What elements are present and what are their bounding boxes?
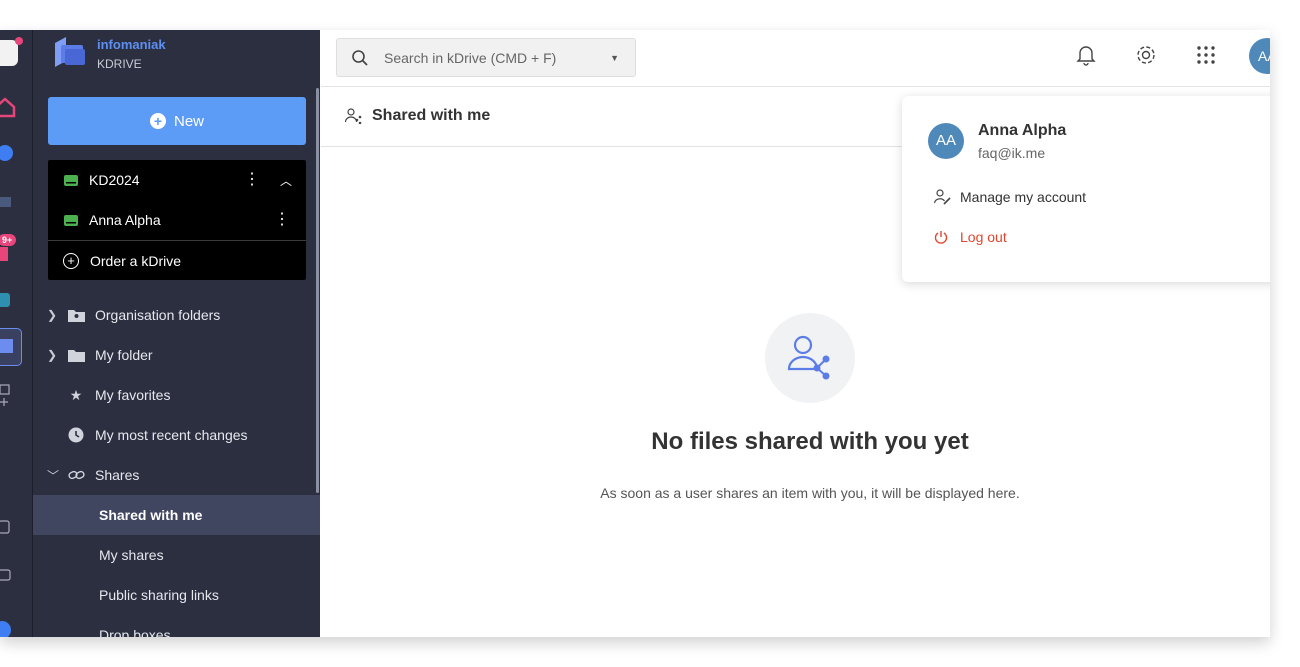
sidebar-item-label: My favorites	[95, 387, 171, 403]
drive-item[interactable]: Anna Alpha ⋮	[48, 200, 306, 240]
org-folder-icon	[67, 307, 85, 323]
sidebar-item-recent-changes[interactable]: My most recent changes	[33, 415, 320, 455]
folder-icon	[67, 347, 85, 363]
drive-name: KD2024	[89, 172, 140, 188]
caret-down-icon[interactable]: ▼	[610, 53, 619, 63]
swisstransfer-app-icon[interactable]	[0, 140, 18, 166]
empty-state-title-text: No files shared with you yet	[651, 428, 969, 455]
new-button[interactable]: + New	[48, 97, 306, 145]
link-icon	[67, 467, 85, 483]
support-app-icon[interactable]	[0, 616, 18, 637]
empty-state-title: No files shared with you yet	[560, 428, 1060, 456]
search-icon	[352, 49, 368, 66]
user-avatar[interactable]: AA	[1249, 38, 1270, 74]
brand-name: infomaniak	[97, 37, 166, 52]
more-options-icon[interactable]: ⋮	[274, 212, 290, 228]
chevron-right-icon[interactable]: ❯	[47, 348, 67, 362]
sidebar-item-label: Shared with me	[99, 507, 203, 523]
brand-product: KDRIVE	[97, 57, 142, 71]
hard-drive-icon	[64, 174, 78, 186]
search-placeholder: Search in kDrive (CMD + F)	[384, 49, 557, 66]
account-email: faq@ik.me	[978, 145, 1046, 161]
sidebar-item-drop-boxes[interactable]: Drop boxes	[33, 615, 320, 637]
chevron-up-icon[interactable]: ︿	[280, 172, 292, 189]
account-menu: AA Anna Alpha faq@ik.me Manage my accoun…	[902, 96, 1270, 282]
help-app-icon[interactable]	[0, 514, 18, 540]
sidebar-scrollbar[interactable]	[316, 88, 319, 493]
sidebar-item-my-folder[interactable]: ❯ My folder	[33, 335, 320, 375]
star-icon: ★	[69, 386, 83, 403]
new-button-label: New	[173, 112, 204, 130]
hard-drive-icon	[64, 214, 78, 226]
search-input[interactable]: Search in kDrive (CMD + F) ▼	[336, 38, 636, 77]
shared-user-icon	[787, 335, 830, 380]
sidebar-item-public-sharing-links[interactable]: Public sharing links	[33, 575, 320, 615]
logout-item[interactable]: Log out	[934, 229, 1007, 245]
order-kdrive-label: Order a kDrive	[90, 253, 182, 269]
top-bar: Search in kDrive (CMD + F) ▼ AA	[321, 30, 1270, 87]
empty-state-illustration	[765, 313, 855, 403]
apps-grid-icon[interactable]	[1197, 46, 1215, 64]
app-window: 9+ infomaniak KDRIVE + New KD2024 ⋮ ︿ An…	[0, 30, 1270, 637]
home-app-icon[interactable]	[0, 94, 18, 120]
logout-label: Log out	[960, 229, 1007, 245]
empty-state-description: As soon as a user shares an item with yo…	[600, 485, 1020, 501]
account-name: Anna Alpha	[978, 122, 1067, 139]
sidebar-item-shares[interactable]: ﹀ Shares	[33, 455, 320, 495]
notification-dot	[15, 37, 23, 45]
add-app-icon[interactable]	[0, 382, 18, 408]
chevron-down-icon[interactable]: ﹀	[47, 467, 67, 484]
manage-account-label: Manage my account	[960, 189, 1087, 205]
app-rail: 9+	[0, 30, 33, 637]
power-icon	[934, 230, 952, 244]
kdrive-app-icon-active[interactable]	[0, 328, 22, 366]
sidebar-item-shared-with-me[interactable]: Shared with me	[33, 495, 320, 535]
brand[interactable]: infomaniak KDRIVE	[51, 35, 166, 73]
sidebar-item-label: Public sharing links	[99, 587, 219, 603]
contacts-app-icon[interactable]	[0, 286, 18, 312]
drive-name: Anna Alpha	[89, 212, 161, 228]
drive-switcher: KD2024 ⋮ ︿ Anna Alpha ⋮ + Order a kDrive	[48, 160, 306, 280]
sidebar-item-label: Shares	[95, 467, 140, 483]
order-kdrive-button[interactable]: + Order a kDrive	[48, 241, 306, 281]
calendar-app-icon[interactable]	[0, 242, 18, 268]
drive-item[interactable]: KD2024 ⋮ ︿	[48, 160, 306, 200]
user-edit-icon	[934, 189, 952, 205]
bell-icon[interactable]	[1076, 44, 1096, 66]
sidebar-item-label: My most recent changes	[95, 427, 248, 443]
feedback-app-icon[interactable]	[0, 562, 18, 588]
kdrive-logo-icon	[55, 37, 85, 67]
chevron-right-icon[interactable]: ❯	[47, 308, 67, 322]
sidebar-nav: ❯ Organisation folders ❯ My folder ★ My …	[33, 295, 320, 637]
plus-circle-icon: +	[149, 113, 166, 129]
sidebar: infomaniak KDRIVE + New KD2024 ⋮ ︿ Anna …	[33, 30, 320, 637]
more-options-icon[interactable]: ⋮	[244, 172, 260, 188]
sidebar-item-label: My shares	[99, 547, 164, 563]
sidebar-item-label: My folder	[95, 347, 153, 363]
page-title: Shared with me	[372, 107, 491, 124]
sidebar-item-label: Organisation folders	[95, 307, 221, 323]
sidebar-item-my-shares[interactable]: My shares	[33, 535, 320, 575]
manage-account-item[interactable]: Manage my account	[934, 189, 1086, 205]
clock-icon	[67, 427, 85, 443]
mail-app-icon[interactable]	[0, 188, 18, 214]
sidebar-item-my-favorites[interactable]: ★ My favorites	[33, 375, 320, 415]
gear-icon[interactable]	[1135, 44, 1157, 66]
sidebar-item-organisation-folders[interactable]: ❯ Organisation folders	[33, 295, 320, 335]
shared-user-icon	[345, 108, 362, 124]
avatar: AA	[928, 123, 964, 159]
sidebar-item-label: Drop boxes	[99, 627, 171, 637]
plus-circle-icon: +	[63, 253, 79, 269]
